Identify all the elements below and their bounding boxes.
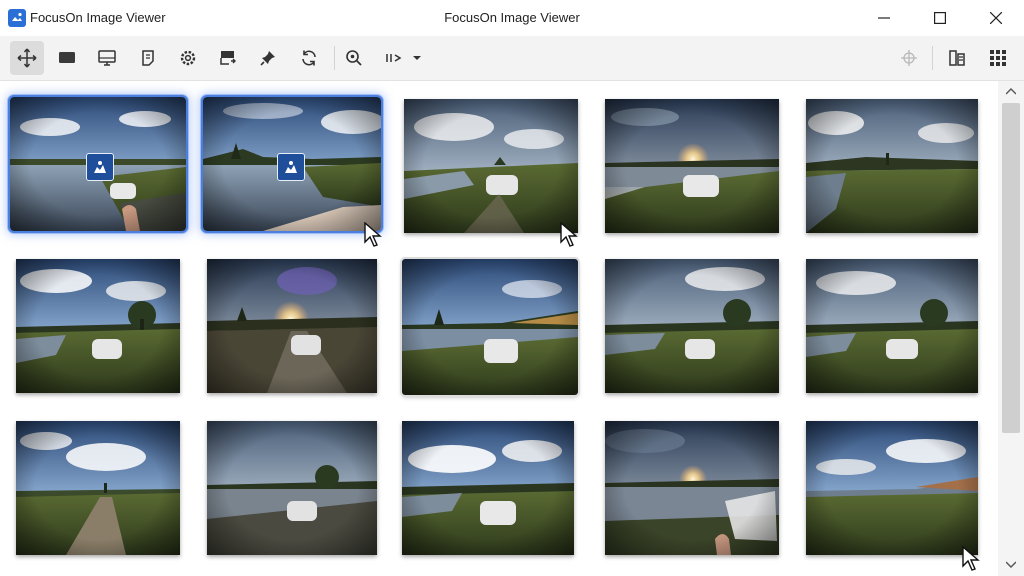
- minimize-button[interactable]: [856, 0, 912, 36]
- photo-gloomy-car: [207, 421, 377, 555]
- notes-button[interactable]: [131, 41, 165, 75]
- mouse-cursor-icon: [560, 222, 578, 247]
- notes-icon: [142, 50, 154, 66]
- photo-meadow-car: [806, 259, 978, 393]
- thumbnail-11[interactable]: [16, 421, 180, 555]
- export-button[interactable]: [211, 41, 245, 75]
- sort-icon: [386, 54, 421, 62]
- thumbnail-3[interactable]: [404, 99, 578, 233]
- scroll-up-icon[interactable]: [1006, 87, 1016, 95]
- photo-sunset-road: [207, 259, 377, 393]
- settings-gear-icon: [180, 50, 196, 66]
- slideshow-icon: [59, 52, 75, 63]
- title-bar[interactable]: FocusOn Image Viewer FocusOn Image Viewe…: [0, 0, 1024, 36]
- photo-tree-car: [16, 259, 180, 393]
- fullscreen-button[interactable]: [90, 41, 124, 75]
- refresh-button[interactable]: [292, 41, 326, 75]
- image-type-icon: [94, 161, 106, 173]
- pin-icon: [260, 51, 275, 66]
- thumbnail-2[interactable]: [201, 95, 383, 233]
- thumbnail-9[interactable]: [605, 259, 779, 393]
- close-icon: [990, 12, 1002, 24]
- image-badge: [277, 153, 305, 181]
- photo-dirt-path: [16, 421, 180, 555]
- compare-icon: [949, 50, 965, 66]
- app-title: FocusOn Image Viewer: [30, 10, 166, 25]
- thumbnail-4[interactable]: [605, 99, 779, 233]
- chevron-down-icon: [413, 56, 421, 60]
- scroll-down-icon[interactable]: [1006, 561, 1016, 569]
- settings-button[interactable]: [171, 41, 205, 75]
- crosshair-icon: [901, 50, 917, 66]
- photo-blue-hour-car: [402, 259, 578, 395]
- photo-coast-field: [806, 421, 978, 555]
- sort-dropdown-button[interactable]: [380, 41, 426, 75]
- toolbar: [0, 36, 1024, 81]
- mouse-cursor-icon: [364, 222, 382, 247]
- image-badge: [86, 153, 114, 181]
- photo-field-car: [404, 99, 578, 233]
- thumbnail-gallery: [0, 81, 998, 576]
- photo-sunset-lake: [605, 421, 779, 555]
- thumbnail-15[interactable]: [806, 421, 978, 555]
- close-button[interactable]: [968, 0, 1024, 36]
- photo-river-field: [806, 99, 978, 233]
- thumbnail-1[interactable]: [8, 95, 188, 233]
- refresh-icon: [302, 50, 316, 66]
- thumbnail-8[interactable]: [400, 257, 580, 397]
- slideshow-button[interactable]: [50, 41, 84, 75]
- thumbnail-7[interactable]: [207, 259, 377, 393]
- maximize-icon: [934, 12, 946, 24]
- toolbar-divider: [334, 46, 335, 70]
- crosshair-button[interactable]: [892, 41, 926, 75]
- thumbnail-12[interactable]: [207, 421, 377, 555]
- grid-view-icon: [990, 50, 1006, 66]
- thumbnail-14[interactable]: [605, 421, 779, 555]
- photo-field-tree: [605, 259, 779, 393]
- image-type-icon: [285, 161, 297, 173]
- app-window: FocusOn Image Viewer FocusOn Image Viewe…: [0, 0, 1024, 576]
- app-logo-icon: [8, 9, 26, 27]
- thumbnail-5[interactable]: [806, 99, 978, 233]
- thumbnail-6[interactable]: [16, 259, 180, 393]
- thumbnail-10[interactable]: [806, 259, 978, 393]
- toolbar-divider: [932, 46, 933, 70]
- export-icon: [220, 51, 236, 65]
- compare-button[interactable]: [940, 41, 974, 75]
- thumbnail-13[interactable]: [402, 421, 574, 555]
- monitor-icon: [98, 50, 116, 66]
- mouse-cursor-icon: [962, 546, 980, 571]
- photo-cloudy-car: [402, 421, 574, 555]
- pin-button[interactable]: [251, 41, 285, 75]
- zoom-icon: [346, 50, 362, 66]
- photo-sunset-car: [605, 99, 779, 233]
- scrollbar-thumb[interactable]: [1002, 103, 1020, 433]
- zoom-button[interactable]: [337, 41, 371, 75]
- pan-move-icon: [17, 48, 37, 68]
- maximize-button[interactable]: [912, 0, 968, 36]
- grid-view-button[interactable]: [981, 41, 1015, 75]
- minimize-icon: [878, 17, 890, 19]
- pan-tool-button[interactable]: [10, 41, 44, 75]
